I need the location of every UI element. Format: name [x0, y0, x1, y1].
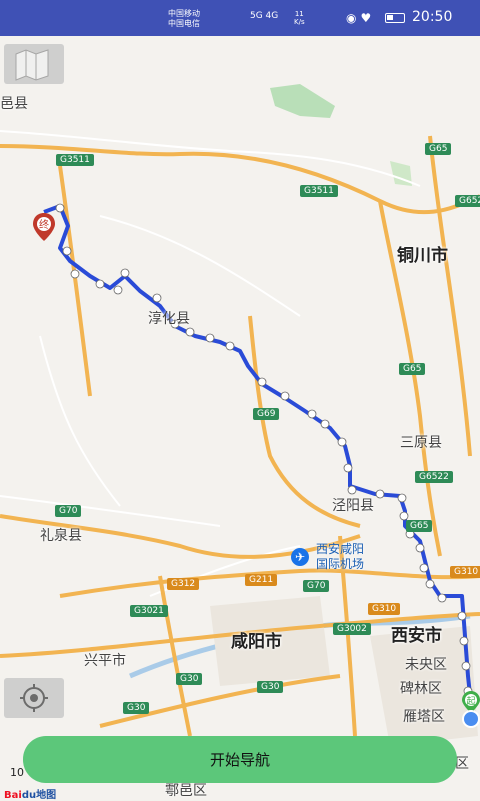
place-label: 邑县 [0, 96, 28, 112]
end-marker-label: 终 [39, 218, 49, 231]
place-label: 未央区 [405, 657, 447, 673]
baidu-logo: Baidu地图 [4, 786, 56, 801]
locate-button[interactable] [4, 678, 64, 718]
road-shield: G3021 [130, 605, 168, 617]
city-label: 铜川市 [397, 246, 448, 266]
map-icon [15, 49, 49, 81]
place-label: 碑林区 [400, 681, 442, 697]
network-indicator: 5G 4G [250, 11, 279, 21]
carrier-info: 中国移动 中国电信 [168, 9, 200, 29]
city-label: 咸阳市 [231, 632, 282, 652]
road-shield: G3511 [56, 154, 94, 166]
airport-label: 西安咸阳 国际机场 [316, 542, 364, 572]
road-shield: G70 [55, 505, 82, 517]
map-layer-button[interactable] [4, 44, 64, 84]
road-shield: G65 [425, 143, 452, 155]
place-label: 区 [455, 756, 469, 772]
logo-main: Bai [4, 790, 22, 801]
carrier-1: 中国移动 [168, 9, 200, 18]
road-shield: G310 [450, 566, 480, 578]
scale-label: 10 [10, 766, 24, 779]
status-bar: 中国移动 中国电信 5G 4G 11 K/s ◉♥ 20:50 [0, 0, 480, 36]
place-label: 兴平市 [84, 653, 126, 669]
road-shield: G310 [368, 603, 401, 615]
start-navigation-button[interactable]: 开始导航 [23, 736, 457, 783]
eye-icon: ◉ [346, 11, 361, 25]
place-label: 鄠邑区 [165, 783, 207, 799]
road-shield: G211 [245, 574, 278, 586]
airport-icon: ✈ [291, 548, 309, 566]
road-shield: G3002 [333, 623, 371, 635]
speed-value: 11 [294, 10, 304, 18]
road-shield: G3511 [300, 185, 338, 197]
road-shield: G30 [257, 681, 284, 693]
road-shield: G30 [123, 702, 150, 714]
clock: 20:50 [412, 9, 453, 25]
crosshair-icon [20, 684, 48, 712]
place-label: 礼泉县 [40, 528, 82, 544]
carrier-2: 中国电信 [168, 19, 200, 28]
location-icon: ♥ [360, 11, 376, 25]
logo-suffix: du地图 [21, 790, 57, 801]
road-shield: G6522 [415, 471, 453, 483]
place-label: 雁塔区 [403, 709, 445, 725]
start-marker-label: 起 [466, 696, 475, 707]
place-label: 泾阳县 [332, 498, 374, 514]
network-speed: 11 K/s [294, 10, 305, 26]
current-location-dot [462, 710, 480, 728]
airport-name-line2: 国际机场 [316, 557, 365, 571]
place-label: 淳化县 [148, 311, 190, 327]
road-shield: G312 [167, 578, 200, 590]
speed-unit: K/s [294, 18, 305, 26]
road-shield: G69 [253, 408, 280, 420]
place-label: 三原县 [400, 435, 442, 451]
end-marker[interactable]: 终 [31, 212, 57, 242]
road-shield: G652 [455, 195, 480, 207]
road-shield: G30 [176, 673, 203, 685]
map-view[interactable]: 邑县 铜川市 淳化县 三原县 泾阳县 礼泉县 咸阳市 西安市 兴平市 未央区 碑… [0, 36, 480, 800]
road-shield: G65 [406, 520, 433, 532]
road-shield: G65 [399, 363, 426, 375]
city-label: 西安市 [391, 626, 442, 646]
road-shield: G70 [303, 580, 330, 592]
status-icons: ◉♥ [346, 11, 375, 25]
airport-name-line1: 西安咸阳 [316, 542, 365, 556]
battery-icon [385, 13, 405, 23]
